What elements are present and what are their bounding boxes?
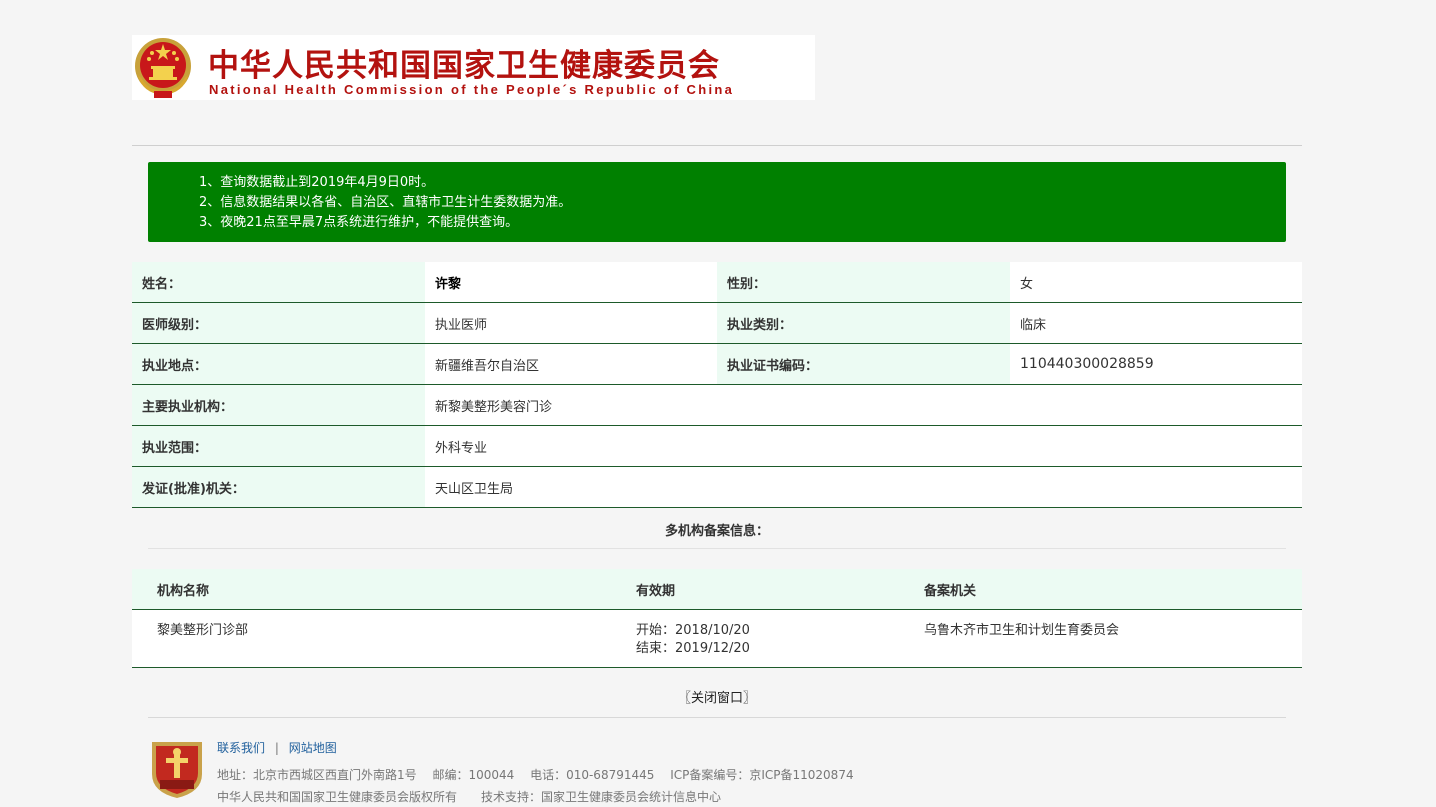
table-row: 执业地点： 新疆维吾尔自治区 执业证书编码： 110440300028859 (132, 343, 1302, 385)
location-label: 执业地点： (132, 343, 425, 385)
name-value: 许黎 (425, 262, 717, 303)
column-header-institution: 机构名称 (132, 569, 636, 610)
query-notice: 1、查询数据截止到2019年4月9日0时。 2、信息数据结果以各省、自治区、直辖… (148, 162, 1286, 242)
column-header-validity: 有效期 (636, 569, 924, 610)
gender-label: 性别： (717, 262, 1010, 303)
table-row: 发证(批准)机关： 天山区卫生局 (132, 466, 1302, 508)
header-divider (132, 145, 1302, 146)
cert-label: 执业证书编码： (717, 343, 1010, 385)
footer-address: 地址：北京市西城区西直门外南路1号 邮编：100044 电话：010-68791… (217, 768, 854, 782)
scope-label: 执业范围： (132, 425, 425, 467)
institution-label: 主要执业机构： (132, 384, 425, 426)
national-emblem-icon (135, 38, 191, 98)
notice-line: 3、夜晚21点至早晨7点系统进行维护，不能提供查询。 (199, 215, 519, 230)
footer-divider (148, 717, 1286, 718)
category-label: 执业类别： (717, 302, 1010, 344)
filing-start-date: 开始：2018/10/20 (636, 623, 750, 638)
sitemap-link[interactable]: 网站地图 (289, 741, 337, 755)
table-row: 黎美整形门诊部 开始：2018/10/20 结束：2019/12/20 乌鲁木齐… (132, 609, 1302, 668)
doctor-info-table: 姓名： 许黎 性别： 女 医师级别： 执业医师 执业类别： 临床 执业地点： 新… (132, 262, 1302, 508)
institution-value: 新黎美整形美容门诊 (425, 384, 1302, 426)
filing-authority: 乌鲁木齐市卫生和计划生育委员会 (924, 609, 1302, 668)
close-window-link-container: 〖关闭窗口〗 (132, 687, 1302, 706)
org-name-cn: 中华人民共和国国家卫生健康委员会 (208, 48, 720, 84)
name-label: 姓名： (132, 262, 425, 303)
org-name-en: National Health Commission of the People… (209, 82, 735, 97)
gender-value: 女 (1010, 262, 1302, 303)
filing-institution-name: 黎美整形门诊部 (132, 609, 636, 668)
issuer-value: 天山区卫生局 (425, 466, 1302, 508)
issuer-label: 发证(批准)机关： (132, 466, 425, 508)
multi-filing-title: 多机构备案信息： (664, 524, 769, 539)
table-row: 医师级别： 执业医师 执业类别： 临床 (132, 302, 1302, 344)
filing-validity: 开始：2018/10/20 结束：2019/12/20 (636, 609, 924, 668)
contact-us-link[interactable]: 联系我们 (217, 741, 265, 755)
header-banner: 中华人民共和国国家卫生健康委员会 National Health Commiss… (132, 35, 815, 100)
footer-links: 联系我们 | 网站地图 (217, 739, 337, 756)
footer-copyright: 中华人民共和国国家卫生健康委员会版权所有 技术支持：国家卫生健康委员会统计信息中… (217, 790, 722, 804)
filing-end-date: 结束：2019/12/20 (636, 641, 750, 656)
notice-line: 2、信息数据结果以各省、自治区、直辖市卫生计生委数据为准。 (199, 195, 572, 210)
table-header-row: 机构名称 有效期 备案机关 (132, 569, 1302, 610)
table-row: 主要执业机构： 新黎美整形美容门诊 (132, 384, 1302, 426)
section-divider (148, 548, 1286, 549)
table-row: 执业范围： 外科专业 (132, 425, 1302, 467)
footer-link-separator: | (274, 741, 279, 755)
notice-line: 1、查询数据截止到2019年4月9日0时。 (199, 175, 435, 190)
level-value: 执业医师 (425, 302, 717, 344)
close-window-link[interactable]: 〖关闭窗口〗 (678, 691, 756, 706)
multi-filing-table: 机构名称 有效期 备案机关 黎美整形门诊部 开始：2018/10/20 结束：2… (132, 569, 1302, 668)
category-value: 临床 (1010, 302, 1302, 344)
level-label: 医师级别： (132, 302, 425, 344)
column-header-authority: 备案机关 (924, 569, 1302, 610)
table-row: 姓名： 许黎 性别： 女 (132, 262, 1302, 303)
party-government-badge-icon (152, 742, 202, 798)
cert-value: 110440300028859 (1010, 343, 1302, 385)
location-value: 新疆维吾尔自治区 (425, 343, 717, 385)
scope-value: 外科专业 (425, 425, 1302, 467)
